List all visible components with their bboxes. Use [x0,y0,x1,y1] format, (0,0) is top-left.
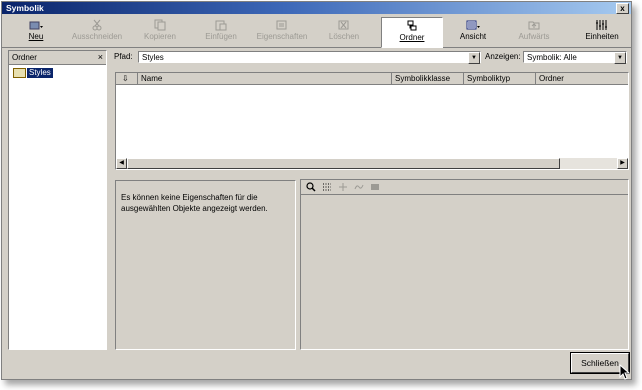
window-title: Symbolik [6,3,44,13]
cut-button[interactable]: Ausschneiden [68,17,126,46]
properties-button[interactable]: Eigenschaften [253,17,311,46]
show-value: Symbolik: Alle [527,53,577,62]
folder-tree-icon [407,20,417,31]
scroll-left-button[interactable]: ◀ [116,158,127,169]
copy-button[interactable]: Kopieren [136,17,184,46]
column-header-class[interactable]: Symbolikklasse [392,73,464,85]
view-label: Ansicht [459,32,487,41]
mouse-cursor-icon [619,364,631,380]
paste-icon [215,20,227,31]
path-field[interactable]: Styles ▼ [138,51,481,64]
folder-pane-header: Ordner × [9,51,106,65]
preview-panel [300,179,629,350]
zoom-icon[interactable] [306,182,316,192]
delete-label: Löschen [328,32,360,41]
sort-column-header[interactable]: ⇩ [116,73,138,85]
folder-toggle-label: Ordner [399,33,425,42]
folder-pane-title: Ordner [12,53,37,62]
list-horizontal-scrollbar[interactable]: ◀ ▶ [116,158,628,169]
new-label: Neu [28,32,44,41]
cut-label: Ausschneiden [71,32,123,41]
fill-icon[interactable] [370,182,380,192]
units-button[interactable]: Einheiten [580,17,624,46]
scissors-icon [92,19,102,31]
units-icon [596,20,607,30]
column-header-name[interactable]: Name [138,73,392,85]
grid-icon[interactable] [322,182,332,192]
sort-arrow-icon: ⇩ [122,74,129,83]
up-button[interactable]: Aufwärts [512,17,556,46]
folder-pane: Ordner × Styles [8,50,107,350]
paste-button[interactable]: Einfügen [197,17,245,46]
toolbar: Neu Ausschneiden Kopieren Einfügen Eigen… [2,15,631,48]
properties-icon [276,20,287,30]
properties-message: Es können keine Eigenschaften für die au… [121,193,268,213]
properties-panel: Es können keine Eigenschaften für die au… [115,180,296,350]
delete-icon [338,20,349,30]
tree-item-label: Styles [27,68,53,78]
scroll-right-button[interactable]: ▶ [617,158,628,169]
view-button[interactable]: Ansicht [454,17,492,46]
scroll-thumb[interactable] [127,158,560,169]
path-dropdown-button[interactable]: ▼ [468,52,480,64]
folder-up-icon [528,21,540,30]
copy-label: Kopieren [143,32,177,41]
folder-toggle-button[interactable]: Ordner [381,17,443,48]
new-icon [29,21,43,30]
column-header-type[interactable]: Symboliktyp [464,73,536,85]
tree-item-styles[interactable]: Styles [13,68,53,78]
delete-button[interactable]: Löschen [320,17,368,46]
path-label: Pfad: [114,52,133,61]
column-header-folder[interactable]: Ordner [536,73,628,85]
symbolik-window: Symbolik x Neu Ausschneiden Kopieren Ein… [1,1,632,380]
line-icon[interactable] [354,182,364,192]
crosshair-icon[interactable] [338,182,348,192]
title-bar: Symbolik x [2,2,631,14]
copy-icon [154,19,166,31]
symbol-list[interactable]: ⇩ Name Symbolikklasse Symboliktyp Ordner… [115,72,629,170]
new-button[interactable]: Neu [19,17,53,46]
up-label: Aufwärts [518,32,550,41]
window-close-button[interactable]: x [616,3,629,14]
preview-toolbar [301,180,628,195]
show-label: Anzeigen: [485,52,521,61]
paste-label: Einfügen [205,32,237,41]
folder-pane-close-button[interactable]: × [98,51,103,64]
properties-label: Eigenschaften [256,32,308,41]
show-dropdown-button[interactable]: ▼ [614,52,626,64]
show-select[interactable]: Symbolik: Alle ▼ [523,51,627,64]
view-icon [466,20,480,30]
units-label: Einheiten [585,32,619,41]
folder-icon [13,68,26,78]
path-value: Styles [142,53,164,62]
